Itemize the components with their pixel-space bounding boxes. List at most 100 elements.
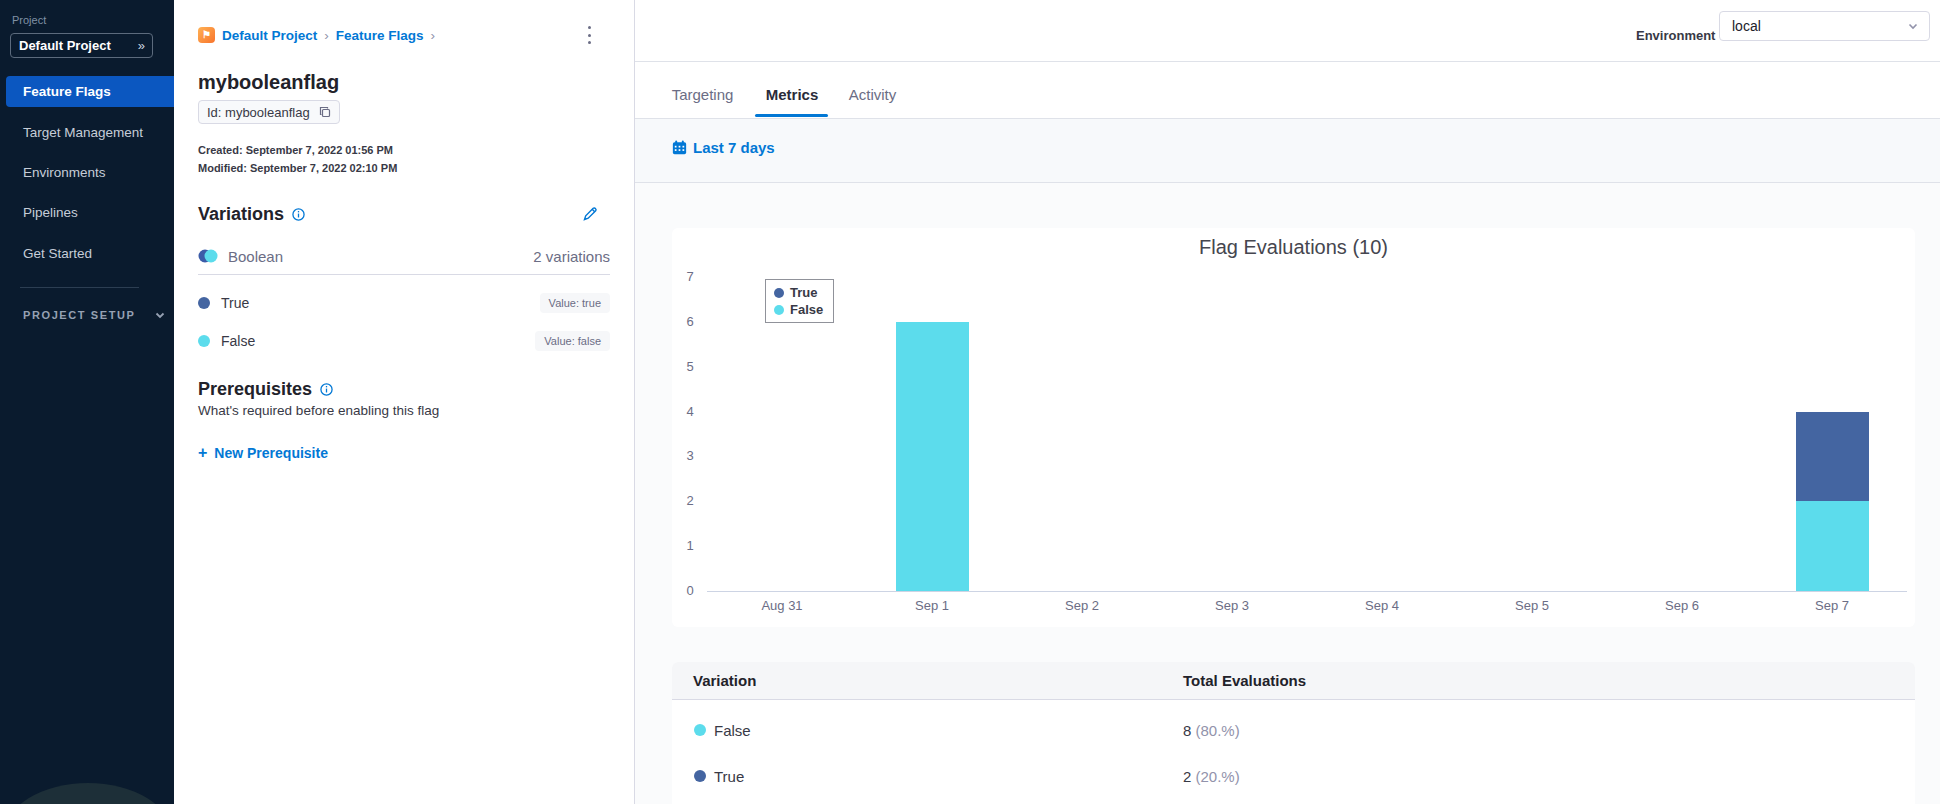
variation-value-chip: Value: true bbox=[540, 293, 610, 313]
variation-color-dot bbox=[198, 297, 210, 309]
x-axis-line bbox=[707, 591, 1907, 592]
y-tick-label: 2 bbox=[672, 494, 708, 508]
prerequisites-description: What's required before enabling this fla… bbox=[198, 403, 439, 418]
variation-name: True bbox=[221, 295, 249, 311]
row-variation-name: False bbox=[714, 722, 751, 739]
breadcrumb-default-project[interactable]: Default Project bbox=[222, 28, 317, 43]
x-tick-label: Sep 7 bbox=[1757, 598, 1907, 613]
legend-item-true[interactable]: True bbox=[774, 285, 823, 300]
copy-icon[interactable] bbox=[319, 106, 331, 118]
flag-tabs: Targeting Metrics Activity bbox=[635, 62, 1940, 119]
edit-variations-icon[interactable] bbox=[581, 205, 599, 223]
breadcrumb: ⚑ Default Project › Feature Flags › bbox=[198, 27, 435, 43]
variation-type-row: Boolean 2 variations bbox=[198, 243, 610, 269]
chevron-down-icon bbox=[154, 309, 166, 321]
variation-color-dot bbox=[198, 335, 210, 347]
variation-name: False bbox=[221, 333, 255, 349]
active-tab-underline bbox=[755, 114, 828, 117]
y-tick-label: 1 bbox=[672, 539, 708, 553]
y-tick-label: 3 bbox=[672, 449, 708, 463]
y-tick-label: 7 bbox=[672, 270, 708, 284]
flag-id-text: Id: mybooleanflag bbox=[207, 105, 310, 120]
double-chevron-icon: » bbox=[138, 38, 144, 53]
sidebar-divider bbox=[20, 287, 139, 288]
legend-dot bbox=[774, 288, 784, 298]
project-selector[interactable]: Default Project » bbox=[10, 33, 153, 58]
row-variation-name: True bbox=[714, 768, 744, 785]
sidebar-item-environments[interactable]: Environments bbox=[0, 157, 174, 188]
evaluations-table: Variation Total Evaluations False 8 (80.%… bbox=[672, 662, 1915, 804]
plus-icon: + bbox=[198, 444, 207, 462]
project-selector-value: Default Project bbox=[19, 38, 111, 53]
variation-value-chip: Value: false bbox=[535, 331, 610, 351]
row-total: 8 (80.%) bbox=[1183, 722, 1915, 739]
table-row-true: True 2 (20.%) bbox=[672, 753, 1915, 799]
environment-value: local bbox=[1732, 18, 1761, 34]
date-range-label: Last 7 days bbox=[693, 139, 775, 156]
boolean-type-icon bbox=[198, 248, 218, 264]
project-setup-label: PROJECT SETUP bbox=[23, 309, 136, 321]
sidebar: Project Default Project » Feature FlagsT… bbox=[0, 0, 174, 804]
environment-topbar: Environment local bbox=[635, 0, 1940, 62]
sidebar-item-pipelines[interactable]: Pipelines bbox=[0, 197, 174, 228]
variation-row-false: False Value: false bbox=[198, 329, 610, 353]
date-range-band: Last 7 days bbox=[635, 119, 1940, 183]
sidebar-item-target-management[interactable]: Target Management bbox=[0, 117, 174, 148]
kebab-menu-icon[interactable] bbox=[581, 23, 597, 47]
tab-targeting[interactable]: Targeting bbox=[672, 86, 734, 103]
x-tick-label: Sep 5 bbox=[1457, 598, 1607, 613]
sidebar-item-feature-flags[interactable]: Feature Flags bbox=[6, 76, 174, 107]
sidebar-item-project-setup[interactable]: PROJECT SETUP bbox=[23, 309, 166, 321]
new-prerequisite-button[interactable]: + New Prerequisite bbox=[198, 444, 328, 462]
sidebar-item-get-started[interactable]: Get Started bbox=[0, 238, 174, 269]
prerequisites-heading: Prerequisites bbox=[198, 379, 333, 400]
legend-dot bbox=[774, 305, 784, 315]
table-header: Variation Total Evaluations bbox=[672, 662, 1915, 700]
x-tick-label: Sep 6 bbox=[1607, 598, 1757, 613]
environment-select[interactable]: local bbox=[1719, 11, 1930, 41]
flag-detail-panel: ⚑ Default Project › Feature Flags › mybo… bbox=[174, 0, 635, 804]
variation-color-dot bbox=[694, 770, 706, 782]
x-tick-label: Sep 3 bbox=[1157, 598, 1307, 613]
y-tick-label: 0 bbox=[672, 584, 708, 598]
flag-id-chip[interactable]: Id: mybooleanflag bbox=[198, 100, 340, 124]
bar-false-sep-1 bbox=[896, 322, 969, 591]
flag-evaluations-chart: Flag Evaluations (10) TrueFalse 01234567… bbox=[672, 228, 1915, 627]
chevron-down-icon bbox=[1907, 20, 1919, 32]
x-tick-label: Sep 1 bbox=[857, 598, 1007, 613]
info-icon[interactable] bbox=[292, 208, 305, 221]
bar-true-sep-7 bbox=[1796, 412, 1869, 502]
date-range-button[interactable]: Last 7 days bbox=[672, 139, 775, 156]
variation-count: 2 variations bbox=[533, 248, 610, 265]
x-tick-label: Aug 31 bbox=[707, 598, 857, 613]
metrics-content: Flag Evaluations (10) TrueFalse 01234567… bbox=[635, 183, 1940, 804]
info-icon[interactable] bbox=[320, 383, 333, 396]
variations-heading: Variations bbox=[198, 204, 305, 225]
help-widget[interactable] bbox=[4, 783, 172, 804]
flag-title: mybooleanflag bbox=[198, 71, 339, 94]
col-variation: Variation bbox=[693, 672, 1183, 689]
breadcrumb-separator: › bbox=[324, 28, 329, 43]
row-total: 2 (20.%) bbox=[1183, 768, 1915, 785]
legend-item-false[interactable]: False bbox=[774, 302, 823, 317]
x-tick-label: Sep 4 bbox=[1307, 598, 1457, 613]
flag-created: Created: September 7, 2022 01:56 PM bbox=[198, 144, 393, 156]
breadcrumb-separator: › bbox=[431, 28, 436, 43]
breadcrumb-feature-flags[interactable]: Feature Flags bbox=[336, 28, 424, 43]
variation-row-true: True Value: true bbox=[198, 291, 610, 315]
y-tick-label: 5 bbox=[672, 360, 708, 374]
x-tick-label: Sep 2 bbox=[1007, 598, 1157, 613]
table-row-false: False 8 (80.%) bbox=[672, 707, 1915, 753]
tab-activity[interactable]: Activity bbox=[849, 86, 897, 103]
environment-label: Environment bbox=[1636, 28, 1715, 43]
y-tick-label: 4 bbox=[672, 405, 708, 419]
divider bbox=[198, 274, 610, 275]
bar-false-sep-7 bbox=[1796, 501, 1869, 591]
feature-flags-module-icon: ⚑ bbox=[198, 27, 215, 43]
col-total-evaluations: Total Evaluations bbox=[1183, 672, 1915, 689]
tab-metrics[interactable]: Metrics bbox=[766, 86, 819, 103]
chart-title: Flag Evaluations (10) bbox=[672, 236, 1915, 259]
flag-modified: Modified: September 7, 2022 02:10 PM bbox=[198, 162, 397, 174]
variation-type-label: Boolean bbox=[228, 248, 283, 265]
chart-legend: True False bbox=[765, 279, 834, 323]
